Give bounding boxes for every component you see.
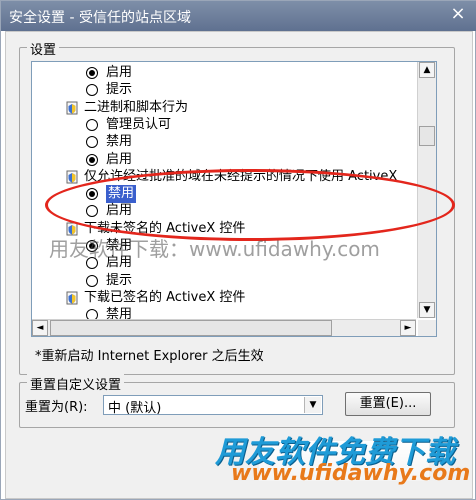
option-label: 管理员认可 xyxy=(106,116,172,132)
option-label: 启用 xyxy=(106,65,133,80)
scroll-right-button[interactable]: ► xyxy=(400,320,416,336)
security-shield-icon xyxy=(66,101,78,115)
settings-category: 下载已签名的 ActiveX 控件 xyxy=(32,289,416,307)
security-shield-icon xyxy=(66,170,78,184)
radio-checked-icon[interactable] xyxy=(86,67,98,79)
radio-unchecked-icon[interactable] xyxy=(86,118,98,131)
radio-unchecked-icon[interactable] xyxy=(86,274,98,287)
horizontal-scrollbar[interactable]: ◄ ► xyxy=(32,319,416,336)
scroll-corner xyxy=(418,320,436,336)
reset-group-title: 重置自定义设置 xyxy=(27,374,125,393)
radio-unchecked-icon[interactable] xyxy=(86,84,98,97)
option-label: 禁用 xyxy=(106,307,133,320)
settings-option[interactable]: 启用 xyxy=(32,64,416,82)
chevron-down-icon[interactable]: ▼ xyxy=(304,397,321,413)
watermark-text: 用友软件下载：www.ufidawhy.com xyxy=(49,237,380,261)
reset-level-select[interactable]: 中 (默认) ▼ xyxy=(103,395,323,416)
category-label: 下载已签名的 ActiveX 控件 xyxy=(84,289,246,305)
radio-unchecked-icon[interactable] xyxy=(86,136,98,149)
scroll-up-button[interactable]: ▲ xyxy=(419,62,435,78)
settings-option[interactable]: 禁用 xyxy=(32,133,416,151)
reset-level-value: 中 (默认) xyxy=(108,401,162,416)
logo-url-text: www.ufidawhy.com xyxy=(231,461,471,486)
settings-group-title: 设置 xyxy=(27,39,60,58)
option-label: 提示 xyxy=(106,272,133,288)
close-button[interactable]: × xyxy=(443,3,473,25)
scroll-down-button[interactable]: ▼ xyxy=(419,302,435,318)
category-label: 二进制和脚本行为 xyxy=(84,99,189,115)
scroll-thumb[interactable] xyxy=(419,126,435,146)
option-label: 提示 xyxy=(106,82,133,98)
reset-to-label: 重置为(R): xyxy=(25,400,88,415)
hscroll-thumb[interactable] xyxy=(50,320,332,336)
settings-option[interactable]: 提示 xyxy=(32,81,416,99)
option-label: 禁用 xyxy=(106,134,133,150)
restart-note: *重新启动 Internet Explorer 之后生效 xyxy=(35,349,264,364)
reset-button[interactable]: 重置(E)... xyxy=(345,392,431,416)
security-settings-dialog: 安全设置 - 受信任的站点区域 × 设置 启用 提示 二进制和脚本行为 管理员认可 禁用… xyxy=(0,0,476,500)
settings-option[interactable]: 禁用 xyxy=(32,306,416,320)
settings-category: 二进制和脚本行为 xyxy=(32,99,416,117)
highlight-ellipse xyxy=(45,169,455,241)
settings-option[interactable]: 提示 xyxy=(32,272,416,290)
radio-checked-icon[interactable] xyxy=(86,153,98,166)
security-shield-icon xyxy=(66,291,78,305)
settings-option[interactable]: 管理员认可 xyxy=(32,116,416,134)
option-label: 启用 xyxy=(106,151,133,167)
scroll-left-button[interactable]: ◄ xyxy=(32,320,48,336)
settings-option[interactable]: 启用 xyxy=(32,151,416,169)
title-bar: 安全设置 - 受信任的站点区域 × xyxy=(1,1,476,31)
window-title: 安全设置 - 受信任的站点区域 xyxy=(9,10,191,26)
